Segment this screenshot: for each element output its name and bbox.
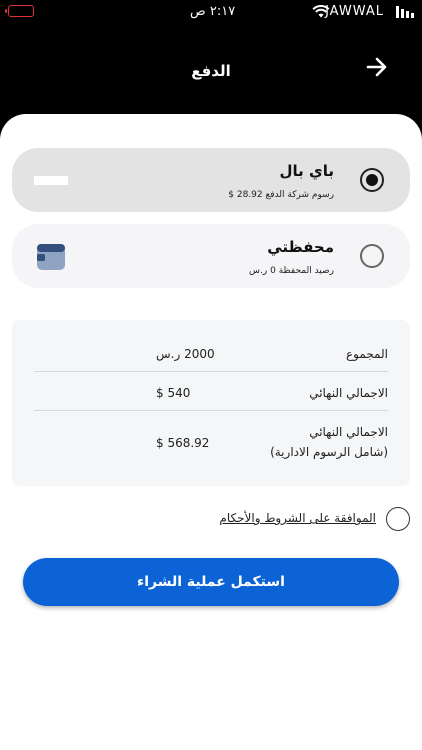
payment-option-paypal[interactable]: باي بال رسوم شركة الدفع 28.92 $ [12, 148, 410, 212]
terms-link[interactable]: الموافقة على الشروط والأحكام [219, 511, 376, 525]
payment-screen: ٢:١٧ ص JAWWAL الدفع باي بال رسوم شركة ال… [0, 0, 422, 750]
wallet-icon [37, 244, 65, 270]
radio-unselected-icon[interactable] [360, 244, 384, 268]
summary-label-note: (شامل الرسوم الادارية) [270, 445, 388, 459]
summary-value: 568.92 $ [156, 436, 210, 450]
summary-label: الاجمالي النهائي [309, 425, 388, 439]
terms-agreement[interactable]: الموافقة على الشروط والأحكام [210, 506, 410, 532]
paypal-logo [34, 176, 68, 185]
complete-purchase-button[interactable]: استكمل عملية الشراء [23, 558, 399, 606]
summary-row-total: الاجمالي النهائي 540 $ [34, 373, 388, 411]
payment-option-subtitle: رسوم شركة الدفع 28.92 $ [228, 190, 334, 200]
content-sheet: باي بال رسوم شركة الدفع 28.92 $ محفظتي ر… [0, 114, 422, 750]
summary-label-multiline: الاجمالي النهائي (شامل الرسوم الادارية) [270, 422, 388, 462]
order-summary: المجموع 2000 ر.س الاجمالي النهائي 540 $ … [12, 320, 410, 486]
summary-value: 540 $ [156, 386, 191, 400]
summary-label: المجموع [346, 347, 388, 361]
app-header: الدفع [0, 26, 422, 116]
status-time: ٢:١٧ ص [190, 4, 236, 19]
summary-label: الاجمالي النهائي [309, 386, 388, 400]
payment-option-subtitle: رصيد المحفظة 0 ر.س [249, 266, 334, 276]
summary-row-total-with-fees: الاجمالي النهائي (شامل الرسوم الادارية) … [34, 412, 388, 472]
summary-value: 2000 ر.س [156, 347, 215, 361]
terms-checkbox[interactable] [386, 507, 410, 531]
signal-icon [396, 6, 414, 18]
payment-option-wallet[interactable]: محفظتي رصيد المحفظة 0 ر.س [12, 224, 410, 288]
battery-icon [5, 5, 34, 17]
radio-selected-icon[interactable] [360, 168, 384, 192]
status-bar: ٢:١٧ ص JAWWAL [0, 0, 422, 26]
page-title: الدفع [191, 62, 231, 80]
arrow-right-icon[interactable] [366, 56, 388, 78]
summary-row-subtotal: المجموع 2000 ر.س [34, 334, 388, 372]
payment-option-title: محفظتي [267, 238, 334, 256]
payment-option-title: باي بال [279, 162, 334, 180]
carrier-name: JAWWAL [325, 4, 384, 19]
